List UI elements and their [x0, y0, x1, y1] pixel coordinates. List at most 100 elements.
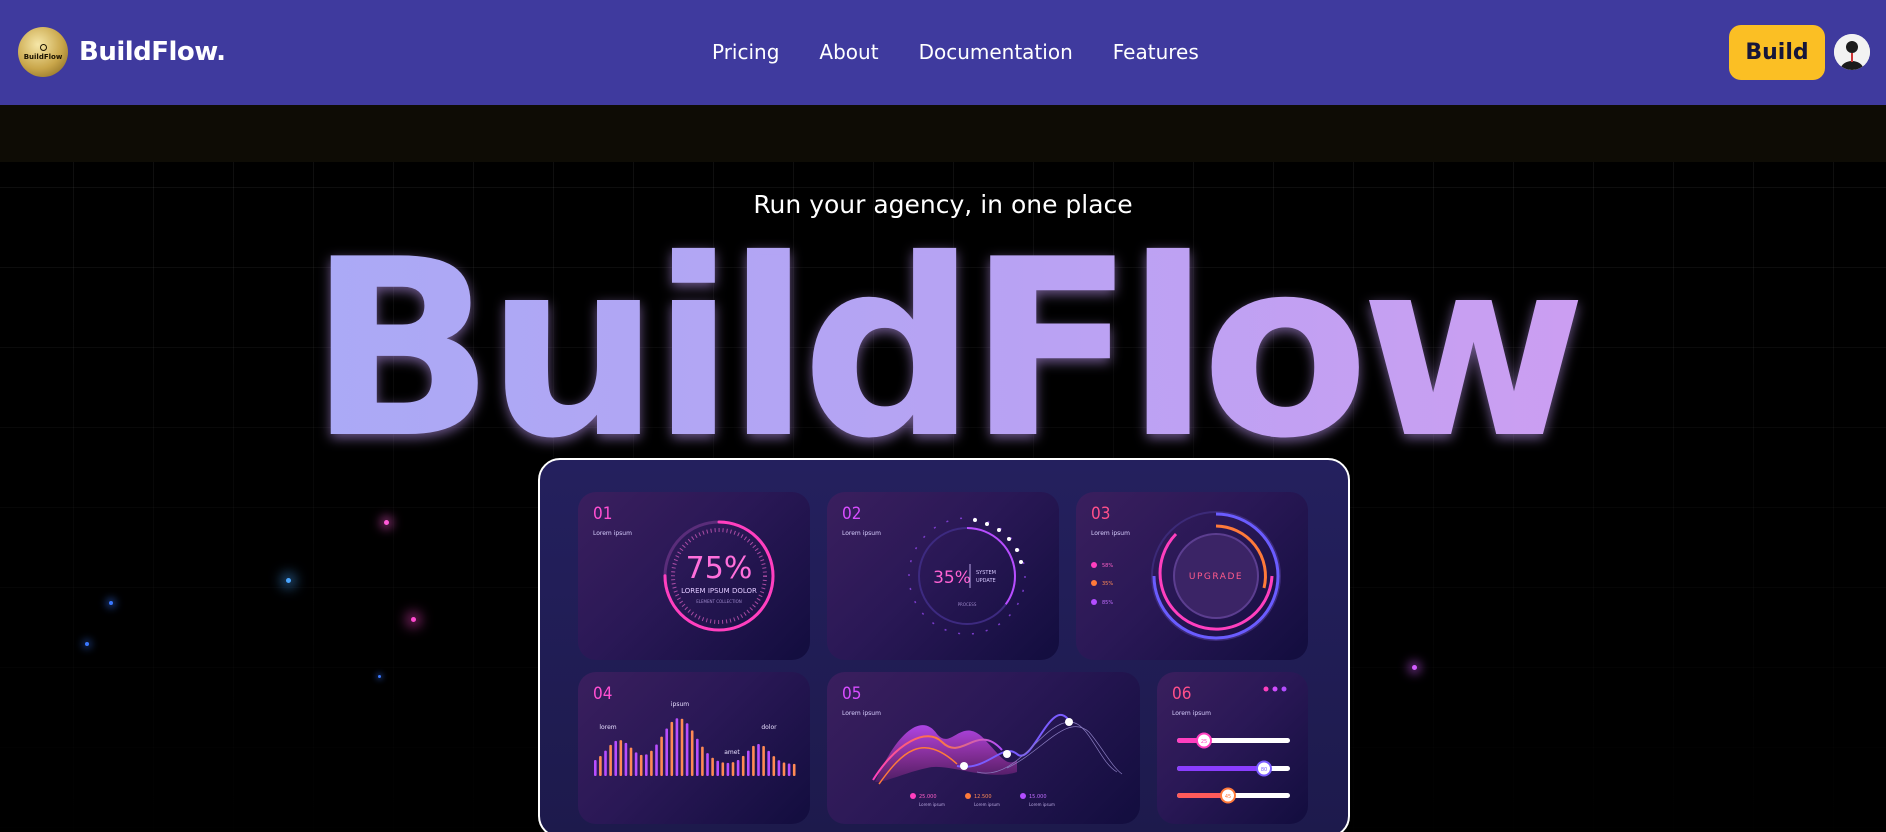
sparkle-decoration	[1412, 665, 1417, 670]
bar	[741, 755, 745, 776]
bar	[757, 744, 760, 776]
stat-value: 15.000	[1029, 794, 1047, 800]
bar	[716, 760, 719, 776]
dashboard-preview: 01 Lorem ipsum 75% LOREM IPSUM DOLOR ELE…	[538, 458, 1350, 832]
stat-value: 12.500	[974, 794, 992, 800]
bar	[670, 721, 674, 776]
slider-value: 45	[1225, 794, 1231, 800]
update-value: 35%	[933, 568, 971, 588]
slider-2[interactable]: 80	[1177, 760, 1290, 777]
bar	[701, 746, 704, 776]
update-gauge-icon: 35% SYSTEM UPDATE PROCESS	[908, 517, 1026, 635]
bar	[619, 740, 623, 776]
sparkle-decoration	[85, 642, 89, 646]
bar	[736, 759, 740, 776]
gauge-value: 75%	[686, 551, 753, 586]
legend-label: 58%	[1102, 563, 1113, 569]
bar	[767, 750, 770, 776]
gauge-small-caption: ELEMENT COLLECTION	[696, 599, 741, 604]
bar	[792, 763, 796, 776]
nav-documentation[interactable]: Documentation	[919, 40, 1073, 64]
bar-chart: lorem ipsum amet dolor	[594, 701, 796, 776]
card-upgrade: 03 Lorem ipsum 58% 35% 85% UPGRADE	[1076, 492, 1308, 660]
announcement-band	[0, 105, 1886, 162]
bar	[706, 753, 709, 776]
slider-1[interactable]: 25	[1177, 732, 1290, 749]
top-navbar: BuildFlow BuildFlow. Pricing About Docum…	[0, 0, 1886, 105]
hero-title: BuildFlow	[0, 227, 1886, 472]
bar	[731, 762, 735, 776]
card-bar-chart: 04 lorem ipsum amet dolor	[578, 672, 810, 824]
bar-label: ipsum	[671, 701, 689, 708]
bar	[711, 757, 714, 776]
build-button[interactable]: Build	[1729, 25, 1825, 80]
sparkle-decoration	[109, 601, 113, 605]
bar	[777, 760, 781, 776]
sparkle-decoration	[286, 578, 291, 583]
bar	[680, 718, 684, 776]
bar	[665, 728, 668, 776]
update-line1: SYSTEM	[976, 570, 996, 576]
gauge-caption: LOREM IPSUM DOLOR	[681, 587, 757, 595]
sliders-group: 25 80 45	[1177, 686, 1290, 804]
bar-label: dolor	[761, 724, 777, 731]
bar	[747, 750, 750, 776]
bar-label: amet	[724, 749, 740, 756]
logo-text: BuildFlow	[23, 52, 63, 61]
circular-gauge-icon: 75% LOREM IPSUM DOLOR ELEMENT COLLECTION	[663, 520, 775, 632]
bar	[624, 742, 628, 776]
bar	[629, 747, 633, 776]
bar	[726, 762, 730, 776]
stat-caption: Lorem ipsum	[1029, 802, 1055, 807]
bar	[721, 762, 725, 776]
nav-features[interactable]: Features	[1113, 40, 1199, 64]
slider-value: 25	[1201, 739, 1207, 745]
stat-caption: Lorem ipsum	[974, 802, 1000, 807]
bar	[609, 744, 612, 776]
avatar[interactable]	[1834, 34, 1870, 70]
sparkle-decoration	[411, 617, 416, 622]
main-nav: Pricing About Documentation Features	[712, 40, 1239, 64]
logo-link[interactable]: BuildFlow BuildFlow.	[18, 27, 226, 77]
bar	[675, 718, 679, 776]
user-avatar-icon	[1834, 34, 1870, 70]
card-progress-circle: 01 Lorem ipsum 75% LOREM IPSUM DOLOR ELE…	[578, 492, 810, 660]
nav-about[interactable]: About	[819, 40, 878, 64]
sparkle-decoration	[384, 520, 389, 525]
bar	[614, 740, 617, 776]
update-small: PROCESS	[958, 602, 977, 607]
bar-label: lorem	[599, 724, 616, 731]
nav-pricing[interactable]: Pricing	[712, 40, 779, 64]
bar	[772, 756, 776, 776]
logo-icon: BuildFlow	[18, 27, 68, 77]
upgrade-ring-icon: 58% 35% 85% UPGRADE	[1091, 511, 1281, 641]
wave-chart: 25.000 Lorem ipsum 12.500 Lorem ipsum 15…	[872, 713, 1123, 807]
bar	[787, 763, 791, 776]
bar	[650, 750, 653, 776]
bar	[782, 762, 786, 776]
bar	[634, 752, 638, 776]
bar	[762, 746, 765, 776]
slider-3[interactable]: 45	[1177, 787, 1290, 804]
bar	[685, 723, 689, 776]
legend-label: 85%	[1102, 600, 1113, 606]
bar	[690, 730, 694, 776]
card-system-update: 02 Lorem ipsum 35% SYSTEM UPDATE PROCESS	[827, 492, 1059, 660]
bar	[599, 756, 602, 776]
bar	[639, 754, 643, 776]
stat-caption: Lorem ipsum	[919, 802, 945, 807]
upgrade-label: UPGRADE	[1189, 572, 1243, 582]
stat-value: 25.000	[919, 794, 937, 800]
bar	[696, 738, 699, 776]
bar	[594, 759, 597, 776]
legend-label: 35%	[1102, 581, 1113, 587]
brand-name: BuildFlow.	[79, 37, 226, 67]
card-line-chart: 05 Lorem ipsum 25.000 Lorem ipsum 12.500…	[827, 672, 1140, 824]
bar	[655, 744, 658, 776]
bar	[660, 736, 663, 776]
bar	[752, 745, 755, 776]
card-sliders: 06 Lorem ipsum 25 80 45	[1157, 672, 1308, 824]
update-line2: UPDATE	[976, 578, 996, 584]
bar	[604, 750, 607, 776]
sparkle-decoration	[378, 675, 381, 678]
